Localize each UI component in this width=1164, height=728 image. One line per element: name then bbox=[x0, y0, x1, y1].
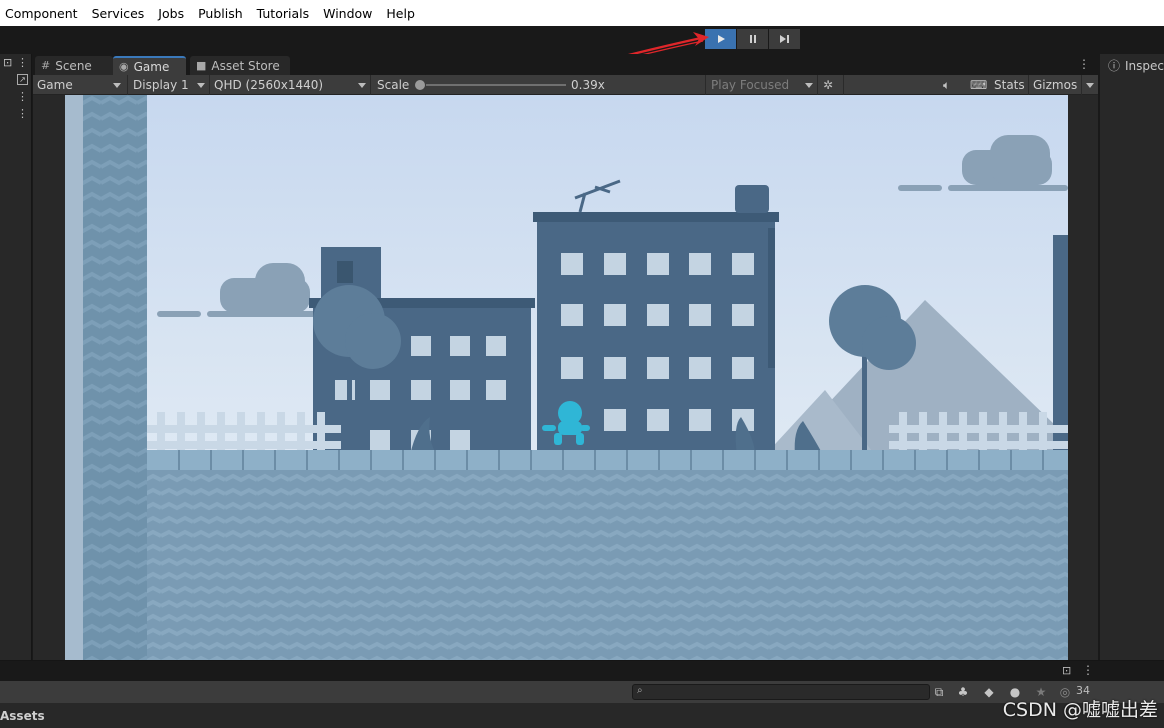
project-panel: ⊡ ⋮ ⌕ ⧉ ♣ ◆ ● ★ ◎ 34 Assets CSDN @嘘嘘出差 bbox=[0, 660, 1164, 728]
scale-slider-track[interactable] bbox=[426, 84, 566, 86]
bug-icon[interactable]: ✲ bbox=[823, 75, 833, 95]
menu-tutorials[interactable]: Tutorials bbox=[257, 6, 309, 21]
tab-scene[interactable]: # Scene bbox=[35, 56, 113, 75]
search-icon: ⌕ bbox=[637, 685, 643, 696]
assets-folder-label[interactable]: Assets bbox=[0, 709, 45, 723]
menu-publish[interactable]: Publish bbox=[198, 6, 243, 21]
project-search-input[interactable]: ⌕ bbox=[632, 684, 930, 700]
play-focused-label: Play Focused bbox=[711, 78, 790, 92]
scale-value: 0.39x bbox=[571, 78, 605, 92]
pause-button[interactable] bbox=[737, 29, 768, 49]
search-by-type-icon[interactable]: ⧉ bbox=[930, 683, 948, 701]
scale-label: Scale bbox=[377, 78, 410, 92]
project-header: ⊡ ⋮ bbox=[0, 661, 1164, 681]
lock-icon[interactable]: ⊡ bbox=[3, 56, 12, 69]
step-icon bbox=[780, 35, 789, 43]
game-toolbar: Game Display 1 QHD (2560x1440) Scale 0.3… bbox=[33, 75, 1098, 95]
play-icon bbox=[717, 35, 725, 43]
scale-slider-handle[interactable] bbox=[415, 80, 425, 90]
kebab-icon[interactable]: ⋮ bbox=[1078, 57, 1090, 71]
grid-icon: # bbox=[41, 59, 51, 72]
menu-services[interactable]: Services bbox=[92, 6, 145, 21]
view-mode-dropdown[interactable]: Game bbox=[37, 75, 125, 95]
label-icon[interactable]: ◆ bbox=[980, 683, 998, 701]
tab-asset-store-label: Asset Store bbox=[211, 58, 280, 73]
assets-breadcrumb: Assets bbox=[0, 703, 1164, 728]
menu-jobs[interactable]: Jobs bbox=[158, 6, 184, 21]
display-label: Display 1 bbox=[133, 78, 189, 92]
tab-game[interactable]: ◉ Game bbox=[113, 56, 186, 75]
menu-component[interactable]: Component bbox=[5, 6, 78, 21]
tab-scene-label: Scene bbox=[55, 58, 92, 73]
playmode-controls bbox=[705, 29, 801, 49]
filter-type-icon[interactable]: ♣ bbox=[954, 683, 972, 701]
menu-help[interactable]: Help bbox=[386, 6, 415, 21]
tab-inspector[interactable]: ⓘ Inspect bbox=[1100, 56, 1164, 75]
hierarchy-row: ↗ bbox=[0, 71, 31, 88]
lock-icon[interactable]: ⊡ bbox=[1062, 664, 1071, 677]
kebab-icon[interactable]: ⋮ bbox=[1082, 663, 1094, 677]
resolution-dropdown[interactable]: QHD (2560x1440) bbox=[214, 75, 370, 95]
stats-button[interactable]: Stats bbox=[994, 75, 1025, 95]
tab-inspector-label: Inspect bbox=[1125, 58, 1164, 73]
main-toolbar bbox=[0, 26, 1164, 54]
info-icon: ⓘ bbox=[1108, 59, 1121, 73]
project-toolbar: ⌕ ⧉ ♣ ◆ ● ★ ◎ 34 bbox=[0, 681, 1164, 703]
menu-window[interactable]: Window bbox=[323, 6, 372, 21]
resolution-label: QHD (2560x1440) bbox=[214, 78, 324, 92]
hierarchy-row: ⋮ bbox=[0, 88, 31, 105]
tab-asset-store[interactable]: ■ Asset Store bbox=[190, 56, 290, 75]
gizmos-button[interactable]: Gizmos bbox=[1033, 75, 1077, 95]
audio-mute-icon[interactable]: 🔈︎ bbox=[943, 75, 950, 95]
hierarchy-header: ⊡ ⋮ bbox=[0, 54, 31, 71]
menu-bar: Component Services Jobs Publish Tutorial… bbox=[0, 0, 1164, 26]
hierarchy-row: ⋮ bbox=[0, 105, 31, 122]
display-dropdown[interactable]: Display 1 bbox=[133, 75, 209, 95]
inspector-panel: ⓘ Inspect bbox=[1100, 54, 1164, 660]
maximize-icon[interactable]: ↗ bbox=[17, 74, 28, 85]
hierarchy-panel: ⊡ ⋮ ↗ ⋮ ⋮ bbox=[0, 54, 32, 660]
kebab-icon[interactable]: ⋮ bbox=[17, 107, 28, 120]
view-mode-label: Game bbox=[37, 78, 73, 92]
game-scene-illustration bbox=[65, 95, 1068, 660]
game-view-panel: # Scene ◉ Game ■ Asset Store ⋮ Game Disp… bbox=[33, 54, 1098, 660]
bag-icon: ■ bbox=[196, 59, 207, 72]
kebab-icon[interactable]: ⋮ bbox=[17, 90, 28, 103]
gamepad-icon: ◉ bbox=[119, 60, 129, 73]
kebab-icon[interactable]: ⋮ bbox=[17, 56, 28, 69]
tab-game-label: Game bbox=[133, 59, 170, 74]
keyboard-icon[interactable]: ⌨︎ bbox=[970, 75, 987, 95]
step-button[interactable] bbox=[769, 29, 800, 49]
csdn-watermark: CSDN @嘘嘘出差 bbox=[1002, 699, 1158, 721]
pause-icon bbox=[749, 35, 756, 43]
game-viewport[interactable] bbox=[65, 95, 1068, 660]
gizmos-dropdown-arrow[interactable] bbox=[1082, 75, 1098, 95]
view-tab-bar: # Scene ◉ Game ■ Asset Store ⋮ bbox=[33, 54, 1098, 75]
play-focused-dropdown[interactable]: Play Focused bbox=[711, 75, 817, 95]
